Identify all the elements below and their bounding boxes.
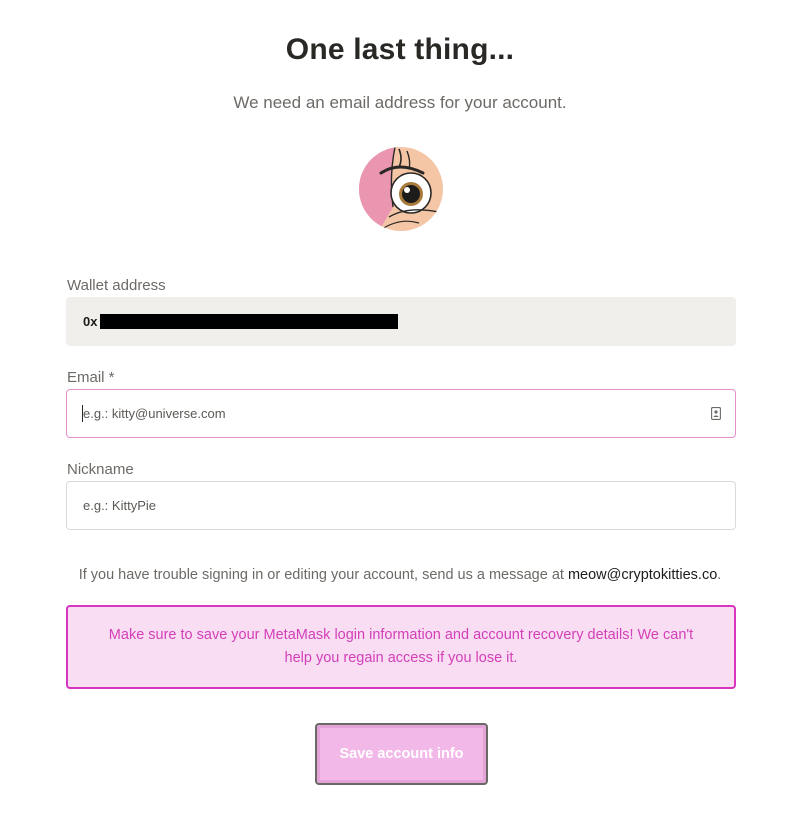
email-field[interactable] xyxy=(67,390,735,437)
email-field-container xyxy=(66,389,736,438)
page-title: One last thing... xyxy=(285,33,515,66)
wallet-address-field: 0x xyxy=(66,297,736,346)
page-subtitle: We need an email address for your accoun… xyxy=(233,93,567,112)
help-text-suffix: . xyxy=(717,567,722,583)
email-label: Email * xyxy=(67,369,115,386)
save-account-button[interactable]: Save account info xyxy=(315,723,488,785)
signup-page: One last thing... We need an email addre… xyxy=(0,0,800,825)
nickname-field-container xyxy=(66,481,736,530)
kitty-avatar xyxy=(359,147,443,231)
help-text-body: If you have trouble signing in or editin… xyxy=(78,567,568,583)
support-email-link[interactable]: meow@cryptokitties.co xyxy=(568,567,717,583)
wallet-address-prefix: 0x xyxy=(83,314,98,329)
autofill-contact-icon[interactable] xyxy=(711,407,721,420)
wallet-address-redaction xyxy=(100,314,398,329)
nickname-field[interactable] xyxy=(67,482,735,529)
wallet-address-label: Wallet address xyxy=(67,277,166,294)
nickname-label: Nickname xyxy=(67,461,134,478)
recovery-warning-text: Make sure to save your MetaMask login in… xyxy=(108,627,694,666)
recovery-warning-banner: Make sure to save your MetaMask login in… xyxy=(66,605,736,689)
help-text: If you have trouble signing in or editin… xyxy=(0,567,800,583)
text-caret xyxy=(82,405,83,422)
